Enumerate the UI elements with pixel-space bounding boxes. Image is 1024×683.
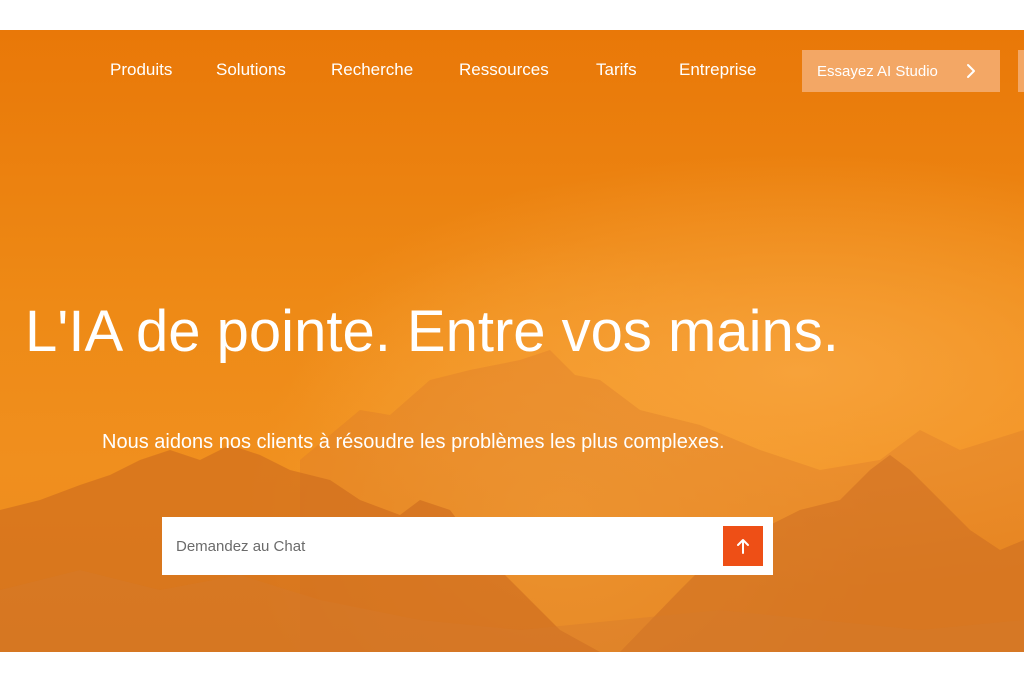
- hero-section: Produits Solutions Recherche Ressources …: [0, 30, 1024, 652]
- nav-item-recherche[interactable]: Recherche: [331, 60, 413, 80]
- hero-subheadline: Nous aidons nos clients à résoudre les p…: [102, 431, 725, 453]
- chevron-right-icon: [967, 64, 975, 78]
- chat-prompt-box: [162, 517, 773, 575]
- try-ai-studio-label: Essayez AI Studio: [817, 62, 938, 80]
- chat-input[interactable]: [162, 517, 712, 575]
- hero-headline: L'IA de pointe. Entre vos mains.: [25, 299, 839, 364]
- partial-nav-button[interactable]: [1018, 50, 1024, 92]
- nav-item-solutions[interactable]: Solutions: [216, 60, 286, 80]
- top-navigation: Produits Solutions Recherche Ressources …: [0, 30, 1024, 112]
- send-button[interactable]: [723, 526, 763, 566]
- nav-item-entreprise[interactable]: Entreprise: [679, 60, 756, 80]
- nav-item-produits[interactable]: Produits: [110, 60, 172, 80]
- nav-item-ressources[interactable]: Ressources: [459, 60, 549, 80]
- arrow-up-icon: [737, 539, 749, 554]
- try-ai-studio-button[interactable]: Essayez AI Studio: [802, 50, 1000, 92]
- nav-item-tarifs[interactable]: Tarifs: [596, 60, 637, 80]
